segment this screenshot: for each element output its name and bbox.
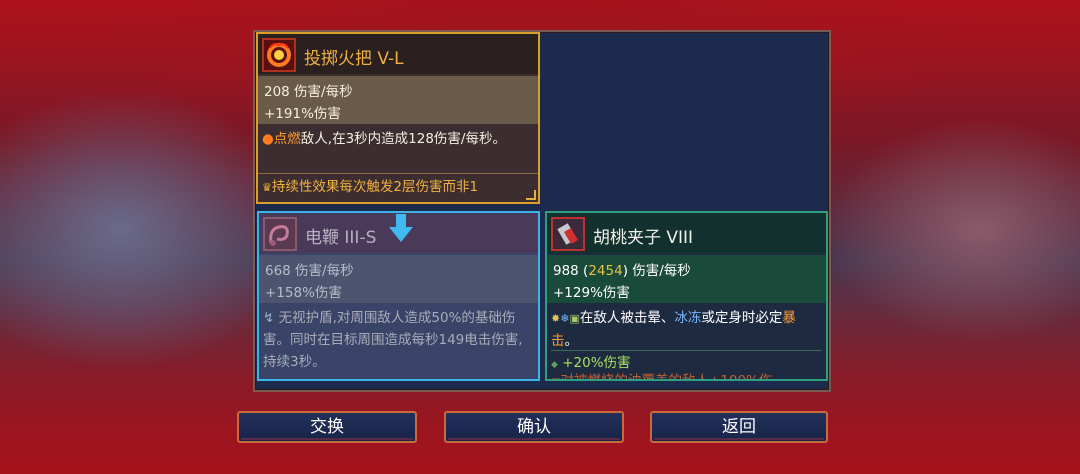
fire-ring-icon — [262, 38, 296, 72]
item-name: 胡桃夹子 VIII — [593, 228, 694, 248]
description-end: 。 — [564, 333, 579, 349]
description-text: 敌人,在3秒内造成128伤害/每秒。 — [300, 131, 506, 147]
lightning-icon: ↯ — [263, 310, 275, 326]
item-description: ✸❄▣在敌人被击晕、冰冻或定身时必定暴击。 — [551, 307, 822, 352]
keyword-ignite: 点燃 — [273, 131, 301, 147]
sub-bonus-text: +20%伤害 — [562, 355, 631, 371]
item-description: ●点燃敌人,在3秒内造成128伤害/每秒。 — [262, 128, 534, 150]
down-arrow-icon — [388, 212, 414, 244]
item-card-nutcracker[interactable]: 胡桃夹子 VIII 988 (2454) 伤害/每秒 +129%伤害 ✸❄▣在敌… — [545, 211, 828, 381]
cut-off-text: 对被燃烧的油覆盖的敌人+100%伤 — [560, 373, 773, 381]
perk-line: ♛持续性效果每次触发2层伤害而非1 — [262, 176, 534, 199]
electric-whip-icon — [263, 217, 297, 251]
description-text: 无视护盾,对周围敌人造成50%的基础伤害。同时在目标周围造成每秒149电击伤害,… — [263, 310, 523, 370]
divider — [551, 350, 822, 351]
card-header: 胡桃夹子 VIII — [547, 213, 826, 253]
card-corner-ornament — [526, 190, 536, 200]
confirm-button[interactable]: 确认 — [444, 411, 624, 443]
dps-text: 208 伤害/每秒 — [264, 84, 353, 100]
dps-text: 668 伤害/每秒 — [265, 263, 354, 279]
item-name: 电鞭 III-S — [305, 228, 377, 248]
description-text: 在敌人被击晕、 — [579, 310, 675, 326]
nutcracker-icon — [551, 217, 585, 251]
perk-text: 持续性效果每次触发2层伤害而非1 — [271, 179, 479, 195]
dps-text: 988 (2454) 伤害/每秒 — [553, 259, 691, 279]
swap-button[interactable]: 交换 — [237, 411, 417, 443]
item-description: ↯ 无视护盾,对周围敌人造成50%的基础伤害。同时在目标周围造成每秒149电击伤… — [263, 307, 534, 373]
stun-icon: ✸ — [551, 312, 561, 325]
damage-bonus: +129%伤害 — [553, 285, 630, 301]
card-header: 投掷火把 V-L — [258, 34, 538, 74]
back-button[interactable]: 返回 — [650, 411, 828, 443]
damage-bonus: +191%伤害 — [264, 106, 341, 122]
stats-block: 988 (2454) 伤害/每秒 +129%伤害 — [547, 255, 826, 303]
item-name: 投掷火把 V-L — [304, 49, 404, 69]
divider — [258, 173, 538, 174]
description-text: 或定身时必定 — [701, 310, 783, 326]
item-card-torch[interactable]: 投掷火把 V-L 208 伤害/每秒 +191%伤害 ●点燃敌人,在3秒内造成1… — [256, 32, 540, 204]
keyword-frozen: 冰冻 — [674, 310, 702, 326]
dps-suffix: ) 伤害/每秒 — [622, 263, 691, 279]
damage-bonus: +158%伤害 — [265, 285, 342, 301]
stats-block: 208 伤害/每秒 +191%伤害 — [258, 76, 538, 124]
stats-block: 668 伤害/每秒 +158%伤害 — [259, 255, 538, 303]
crown-icon: ♛ — [262, 181, 272, 194]
bullet-icon: ◆ — [551, 360, 558, 370]
dps-highlight: 2454 — [588, 263, 623, 279]
burn-icon: ● — [262, 131, 274, 147]
dps-prefix: 988 ( — [553, 263, 589, 279]
cut-off-line: ■对被燃烧的油覆盖的敌人+100%伤 — [551, 370, 822, 381]
root-icon: ▣ — [569, 312, 580, 325]
